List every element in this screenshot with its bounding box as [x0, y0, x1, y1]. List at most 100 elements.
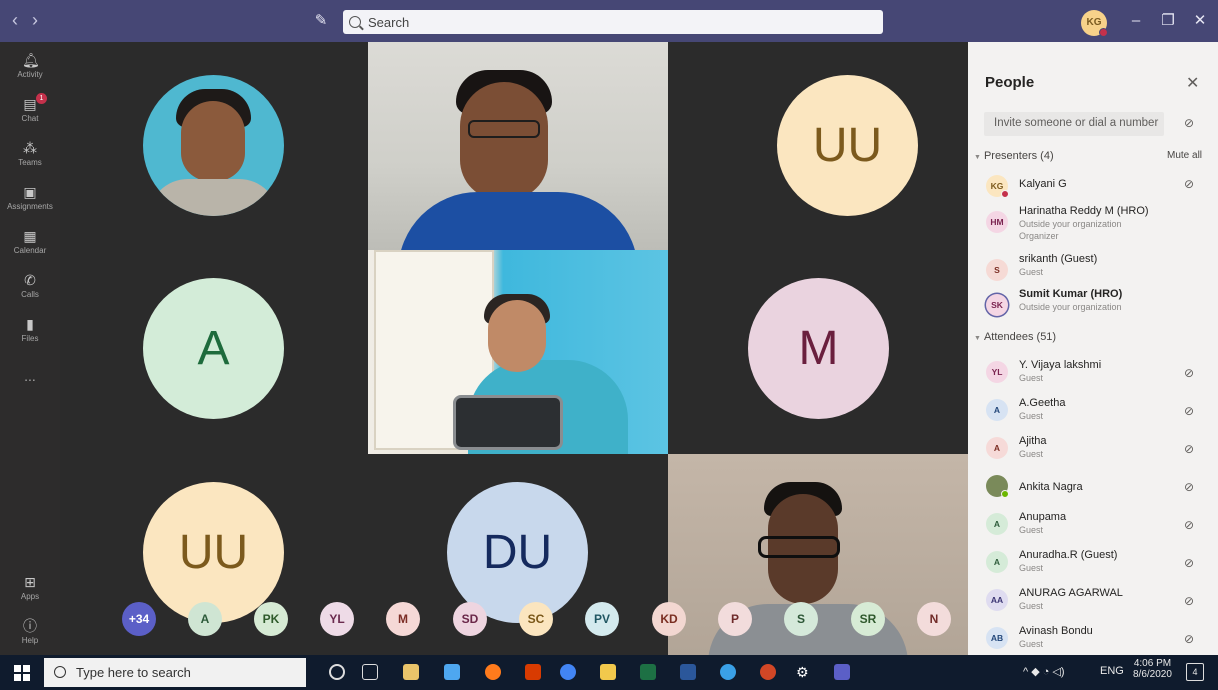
attendee-subtitle: Guest	[1019, 525, 1044, 535]
attendee-row[interactable]: A Ajitha Guest ⊘	[968, 431, 1218, 467]
mute-all-button[interactable]: Mute all	[1167, 150, 1202, 161]
word-icon[interactable]	[680, 664, 696, 680]
presenter-name: srikanth (Guest)	[1019, 253, 1098, 265]
mic-off-icon[interactable]: ⊘	[1184, 556, 1194, 570]
strip-avatar[interactable]: SR	[851, 602, 885, 636]
minimize-button[interactable]: –	[1125, 10, 1147, 32]
presenter-row[interactable]: Ssrikanth (Guest) Guest	[968, 253, 1218, 289]
attendee-row[interactable]: A Anupama Guest ⊘	[968, 507, 1218, 543]
rail-item-help[interactable]: ⓘ Help	[0, 618, 60, 645]
user-avatar[interactable]: KG	[1081, 10, 1108, 37]
strip-avatar[interactable]: N	[917, 602, 951, 636]
attendee-row[interactable]: A Anuradha.R (Guest) Guest ⊘	[968, 545, 1218, 581]
close-icon[interactable]: ✕	[1186, 73, 1199, 93]
compose-icon[interactable]: ✎	[311, 11, 331, 31]
mic-off-icon[interactable]: ⊘	[1184, 404, 1194, 418]
rail-item-chat[interactable]: ▤ 1 Chat	[0, 93, 60, 123]
video-tile-photo[interactable]	[60, 42, 368, 250]
rail-label: Files	[21, 334, 39, 343]
search-placeholder: Search	[368, 14, 410, 30]
strip-avatar[interactable]: S	[784, 602, 818, 636]
presenter-row[interactable]: SK Sumit Kumar (HRO) Outside your organiza…	[968, 288, 1218, 324]
avatar-initials: UU	[178, 526, 249, 579]
file-explorer-icon[interactable]	[600, 664, 616, 680]
video-tile-presenter[interactable]	[368, 42, 668, 250]
attendee-row[interactable]: YL Y. Vijaya lakshmi Guest ⊘	[968, 355, 1218, 391]
mic-off-icon[interactable]: ⊘	[1184, 480, 1194, 494]
help-icon: ⓘ	[23, 618, 37, 634]
strip-avatar[interactable]: SC	[519, 602, 553, 636]
avatar-initials: SK	[991, 300, 1003, 310]
presenter-row[interactable]: KG Kalyani G ⊘	[968, 169, 1218, 205]
clock[interactable]: 4:06 PM 8/6/2020	[1133, 658, 1172, 680]
video-tile-a[interactable]: A	[60, 250, 368, 454]
powerpoint-icon[interactable]	[760, 664, 776, 680]
attendee-row[interactable]: A A.Geetha Guest ⊘	[968, 393, 1218, 429]
user-initials: KG	[1086, 17, 1102, 28]
strip-avatar-overflow[interactable]: +34	[122, 602, 156, 636]
mail-icon[interactable]	[444, 664, 460, 680]
invite-input[interactable]: Invite someone or dial a number	[984, 112, 1164, 136]
presenter-row[interactable]: HM Harinatha Reddy M (HRO) Outside your or…	[968, 205, 1218, 241]
attendees-section[interactable]: ▼ Attendees (51)	[974, 331, 1056, 343]
firefox-icon[interactable]	[485, 664, 501, 680]
mic-off-icon[interactable]: ⊘	[1184, 632, 1194, 646]
store-icon[interactable]	[403, 664, 419, 680]
mic-off-icon[interactable]: ⊘	[1184, 518, 1194, 532]
notification-count: 4	[1192, 667, 1198, 677]
search-input[interactable]: Search	[343, 10, 883, 34]
video-tile-m[interactable]: M	[668, 250, 968, 454]
settings-icon[interactable]: ⚙	[796, 664, 812, 680]
video-tile-uu[interactable]: UU	[668, 42, 968, 250]
attendee-row[interactable]: Ankita Nagra ⊘	[968, 469, 1218, 505]
strip-avatar[interactable]: P	[718, 602, 752, 636]
share-link-icon[interactable]: ⊘	[1184, 116, 1194, 130]
teams-taskbar-icon[interactable]	[834, 664, 850, 680]
rail-item-files[interactable]: ▮ Files	[0, 316, 60, 343]
avatar-initials: UU	[812, 119, 883, 172]
task-view-icon[interactable]	[362, 664, 378, 680]
rail-item-calendar[interactable]: ▦ Calendar	[0, 228, 60, 255]
strip-avatar[interactable]: PV	[585, 602, 619, 636]
presenters-section[interactable]: ▼ Presenters (4)	[974, 150, 1054, 162]
presenter-avatar: HM	[986, 211, 1008, 233]
presenter-avatar: KG	[986, 175, 1009, 198]
attendee-row[interactable]: AA ANURAG AGARWAL Guest ⊘	[968, 583, 1218, 619]
files-icon: ▮	[26, 316, 34, 332]
strip-avatar[interactable]: SD	[453, 602, 487, 636]
strip-avatar[interactable]: M	[386, 602, 420, 636]
strip-avatar[interactable]: YL	[320, 602, 354, 636]
attendee-row[interactable]: AB Avinash Bondu Guest ⊘	[968, 621, 1218, 657]
notifications-icon[interactable]: 4	[1186, 663, 1204, 681]
windows-start-icon[interactable]	[14, 665, 30, 681]
rail-item-activity[interactable]: 🔔︎ Activity	[0, 52, 60, 79]
rail-item-teams[interactable]: ⁂ Teams	[0, 140, 60, 167]
maximize-button[interactable]: ❐	[1157, 10, 1179, 32]
chrome-icon[interactable]	[560, 664, 576, 680]
cortana-icon[interactable]	[329, 664, 345, 680]
office-icon[interactable]	[525, 664, 541, 680]
mic-off-icon[interactable]: ⊘	[1184, 594, 1194, 608]
rail-item-calls[interactable]: ✆ Calls	[0, 272, 60, 299]
close-button[interactable]: ✕	[1189, 10, 1211, 32]
video-tile-participant[interactable]	[368, 250, 668, 454]
excel-icon[interactable]	[640, 664, 656, 680]
mic-off-icon[interactable]: ⊘	[1184, 442, 1194, 456]
taskbar-search-input[interactable]: Type here to search	[44, 658, 306, 687]
back-icon[interactable]: ‹	[12, 10, 18, 31]
forward-icon[interactable]: ›	[32, 10, 38, 31]
strip-avatar[interactable]: KD	[652, 602, 686, 636]
edge-icon[interactable]	[720, 664, 736, 680]
mic-off-icon[interactable]: ⊘	[1184, 366, 1194, 380]
tray-icons[interactable]: ^ ◆ ◔ ◁)	[1023, 665, 1065, 678]
presenter-name: Sumit Kumar (HRO)	[1019, 288, 1123, 300]
rail-label: Calls	[21, 290, 39, 299]
search-icon	[54, 666, 66, 678]
rail-item-apps[interactable]: ⊞ Apps	[0, 574, 60, 601]
rail-item-assignments[interactable]: ▣ Assignments	[0, 184, 60, 211]
strip-avatar[interactable]: PK	[254, 602, 288, 636]
mic-off-icon[interactable]: ⊘	[1184, 177, 1194, 191]
strip-avatar[interactable]: A	[188, 602, 222, 636]
rail-item-more[interactable]: ...	[0, 368, 60, 384]
language-indicator[interactable]: ENG	[1100, 665, 1124, 677]
